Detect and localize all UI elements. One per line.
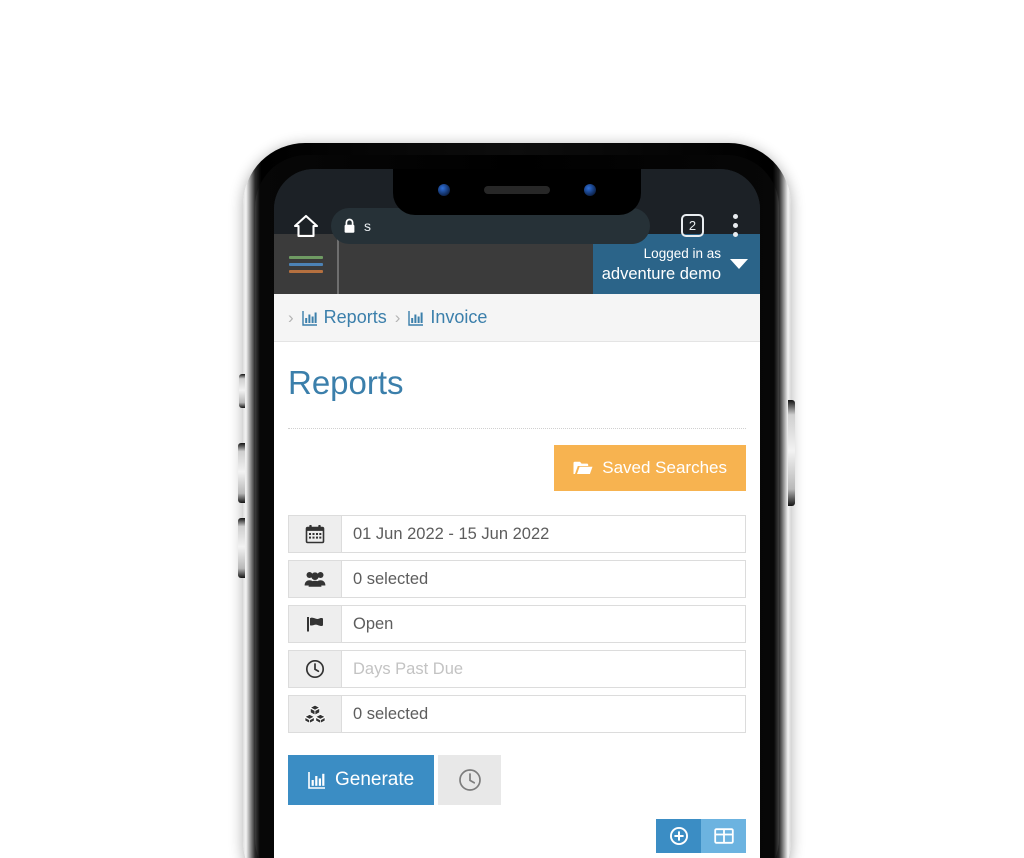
title-divider xyxy=(288,428,746,429)
flag-icon xyxy=(289,606,342,642)
breadcrumb-separator: › xyxy=(288,307,294,327)
breadcrumb-label-invoice: Invoice xyxy=(430,307,488,327)
schedule-report-button[interactable] xyxy=(438,755,502,805)
field-status-value: Open xyxy=(353,614,394,633)
caret-down-icon xyxy=(730,259,748,269)
volume-down-button xyxy=(238,518,245,578)
mute-switch xyxy=(239,374,245,408)
add-report-button[interactable] xyxy=(656,819,701,853)
phone-notch xyxy=(393,169,641,215)
chart-bar-icon xyxy=(301,310,318,326)
phone-device-frame: s 2 Logged in as adventure demo › Report… xyxy=(243,143,791,858)
username-label: adventure demo xyxy=(601,264,721,283)
cubes-icon xyxy=(289,696,342,732)
clock-icon xyxy=(289,651,342,687)
lock-icon xyxy=(343,218,356,234)
action-buttons-row: Generate xyxy=(288,755,746,805)
power-button xyxy=(788,400,795,506)
home-icon[interactable] xyxy=(293,214,319,238)
breadcrumb-item-reports[interactable]: Reports xyxy=(301,307,387,328)
field-date-range-value: 01 Jun 2022 - 15 Jun 2022 xyxy=(353,524,550,543)
users-icon xyxy=(289,561,342,597)
front-camera-sensor xyxy=(438,184,450,196)
field-products-value: 0 selected xyxy=(353,704,429,723)
saved-searches-row: Saved Searches xyxy=(288,445,746,491)
clock-icon xyxy=(458,768,482,792)
breadcrumb-label-reports: Reports xyxy=(323,307,387,327)
hamburger-menu-icon xyxy=(288,255,323,273)
field-days-past-due-value: Days Past Due xyxy=(353,659,464,678)
calendar-icon xyxy=(289,516,342,552)
phone-screen: s 2 Logged in as adventure demo › Report… xyxy=(274,169,760,858)
user-menu-labels: Logged in as adventure demo xyxy=(602,244,721,285)
breadcrumb-item-invoice[interactable]: Invoice xyxy=(408,307,487,328)
tab-counter-button[interactable]: 2 xyxy=(681,214,704,237)
chart-bar-icon xyxy=(408,310,424,326)
field-customers[interactable]: 0 selected xyxy=(288,560,746,598)
earpiece-speaker xyxy=(484,186,550,194)
saved-searches-label: Saved Searches xyxy=(602,458,727,477)
breadcrumb: › Reports › Invoice xyxy=(274,294,760,342)
report-filter-fields: 01 Jun 2022 - 15 Jun 2022 0 selected Ope… xyxy=(288,515,746,733)
breadcrumb-separator-2: › xyxy=(394,307,401,327)
plus-circle-icon xyxy=(669,826,689,846)
page-body: Reports Saved Searches 01 Jun 2022 - 15 … xyxy=(274,342,760,858)
report-toolbar xyxy=(288,819,746,853)
saved-searches-button[interactable]: Saved Searches xyxy=(554,445,746,491)
kebab-menu-icon[interactable] xyxy=(733,214,738,237)
table-view-button[interactable] xyxy=(701,819,746,853)
chart-bar-icon xyxy=(308,771,326,789)
field-customers-value: 0 selected xyxy=(353,569,429,588)
proximity-sensor xyxy=(584,184,596,196)
url-text: s xyxy=(364,218,371,234)
screenshot-canvas: s 2 Logged in as adventure demo › Report… xyxy=(0,0,1024,858)
folder-open-icon xyxy=(573,460,593,476)
field-products[interactable]: 0 selected xyxy=(288,695,746,733)
field-status[interactable]: Open xyxy=(288,605,746,643)
table-grid-icon xyxy=(713,827,734,845)
page-title: Reports xyxy=(288,364,404,401)
generate-label: Generate xyxy=(335,769,415,790)
field-days-past-due[interactable]: Days Past Due xyxy=(288,650,746,688)
volume-up-button xyxy=(238,443,245,503)
logged-in-as-label: Logged in as xyxy=(643,245,721,261)
hamburger-menu-button[interactable] xyxy=(274,234,339,294)
field-date-range[interactable]: 01 Jun 2022 - 15 Jun 2022 xyxy=(288,515,746,553)
generate-button[interactable]: Generate xyxy=(288,755,435,805)
